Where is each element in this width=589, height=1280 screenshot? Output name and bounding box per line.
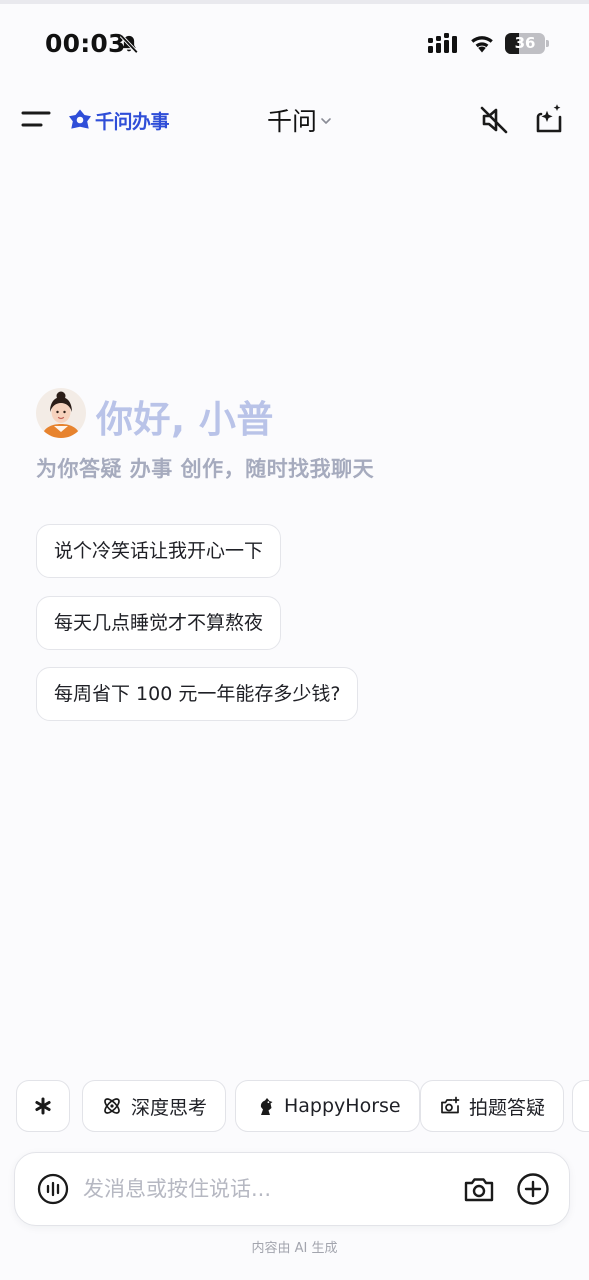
- battery-body: 36: [505, 33, 545, 54]
- deep-think-icon: [104, 1098, 120, 1114]
- greeting-subtitle: 为你答疑 办事 创作，随时找我聊天: [36, 457, 375, 481]
- suggestion-chip[interactable]: 每天几点睡觉才不算熬夜: [36, 596, 282, 650]
- brand-link[interactable]: 千问办事: [68, 106, 170, 134]
- happyhorse-chip[interactable]: HappyHorse: [235, 1080, 420, 1132]
- bell-slash-icon: [119, 34, 139, 54]
- model-name: 千问: [267, 107, 318, 136]
- photo-question-icon: [441, 1096, 460, 1114]
- asterisk-icon: [35, 1097, 51, 1115]
- photo-question-chip[interactable]: 拍题答疑: [420, 1080, 565, 1132]
- voice-wave-icon[interactable]: [37, 1173, 69, 1205]
- speaker-mute-icon[interactable]: [478, 104, 510, 136]
- chevron-down-icon: [321, 118, 331, 124]
- menu-icon[interactable]: [20, 107, 52, 131]
- brand-name: 千问办事: [95, 110, 170, 133]
- model-switcher[interactable]: 千问: [267, 104, 332, 136]
- chip-label: 拍题答疑: [469, 1096, 546, 1119]
- deep-think-chip[interactable]: 深度思考: [82, 1080, 227, 1132]
- avatar-illustration: [36, 388, 86, 438]
- wifi-icon: [471, 36, 493, 53]
- more-tools-button[interactable]: [16, 1080, 70, 1132]
- assistant-avatar: [36, 388, 86, 438]
- chat-home-screen: 00:03 36 千问办事 千问 你好, 小普 为你答疑 办事 创作，随时找我聊…: [0, 0, 589, 1280]
- battery-icon: 36: [505, 33, 549, 54]
- plus-circle-icon[interactable]: [516, 1172, 550, 1206]
- ai-disclaimer: 内容由 AI 生成: [251, 1241, 338, 1256]
- camera-icon[interactable]: [462, 1173, 496, 1205]
- cellular-signal-icon: [428, 33, 457, 53]
- battery-level: 36: [514, 34, 536, 52]
- chip-label: 深度思考: [131, 1096, 208, 1119]
- suggestion-chip[interactable]: 说个冷笑话让我开心一下: [36, 524, 282, 578]
- more-chip-partial[interactable]: [572, 1080, 589, 1132]
- new-chat-sparkle-icon[interactable]: [532, 102, 566, 136]
- battery-cap: [546, 40, 549, 47]
- message-composer: [14, 1152, 570, 1226]
- status-bar: 00:03 36: [0, 0, 589, 80]
- status-time: 00:03: [45, 29, 126, 58]
- chip-label: HappyHorse: [284, 1095, 401, 1117]
- top-divider: [0, 0, 589, 4]
- message-input[interactable]: [83, 1169, 443, 1209]
- top-nav: 千问办事 千问: [0, 92, 589, 148]
- horse-icon: [260, 1098, 273, 1115]
- suggestion-chip[interactable]: 每周省下 100 元一年能存多少钱?: [36, 667, 359, 721]
- greeting-title: 你好, 小普: [96, 398, 274, 441]
- brand-logo-icon: [69, 109, 91, 129]
